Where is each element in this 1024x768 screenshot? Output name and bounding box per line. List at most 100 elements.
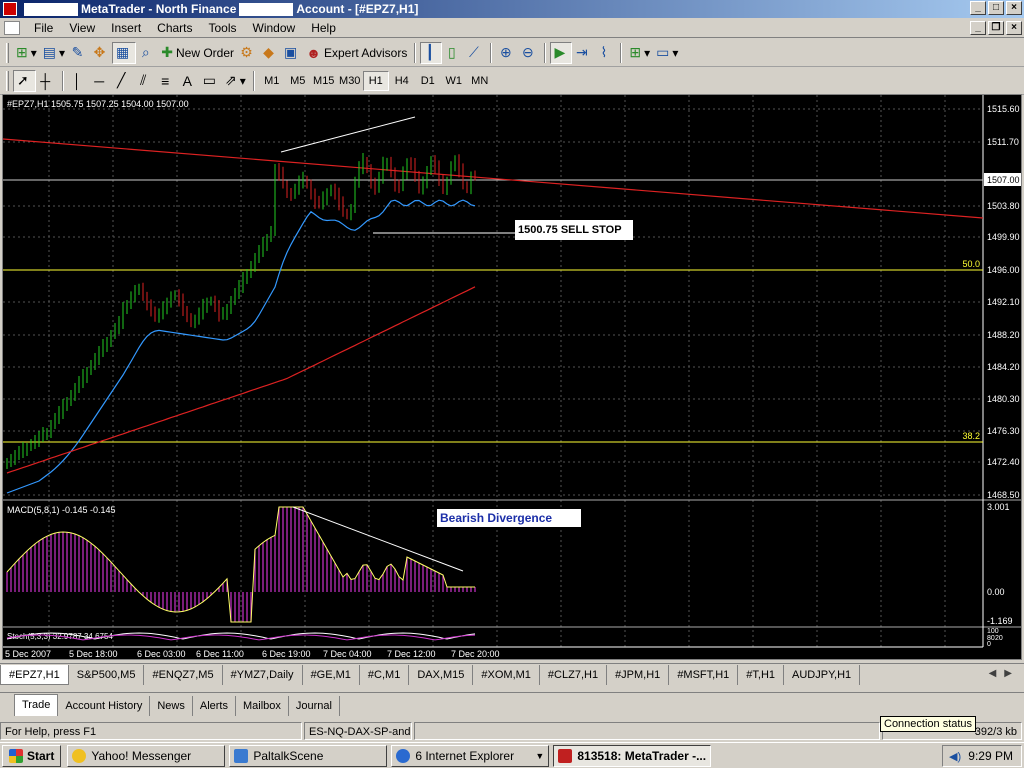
menu-view[interactable]: View (61, 21, 103, 35)
chart-tab-jpm[interactable]: #JPM,H1 (607, 664, 670, 685)
zoom-in-button[interactable]: ⊕ (496, 42, 518, 64)
chart-tab-msft[interactable]: #MSFT,H1 (669, 664, 739, 685)
chart-tab-t[interactable]: #T,H1 (738, 664, 785, 685)
timeframe-w1[interactable]: W1 (441, 71, 467, 91)
drawing-toolbar: ➚ ┼ │ ─ ╱ ⫽ ≡ A ▭ ⇗ ▾ M1 M5 M15 M30 H1 H4… (0, 67, 1024, 95)
mdi-close-button[interactable]: × (1006, 21, 1022, 35)
indicators-button[interactable]: ⊞ ▾ (626, 42, 653, 64)
signals-button[interactable]: ◆ (259, 42, 281, 64)
mdi-restore-button[interactable]: ❐ (988, 21, 1004, 35)
candlestick-button[interactable]: ▯ (442, 42, 464, 64)
zoom-out-button[interactable]: ⊖ (518, 42, 540, 64)
tab-scroll-arrows[interactable]: ◀▶ (989, 668, 1020, 679)
timeframe-d1[interactable]: D1 (415, 71, 441, 91)
clock[interactable]: 9:29 PM (968, 749, 1013, 763)
menu-file[interactable]: File (26, 21, 61, 35)
strategy-tester-button[interactable]: ⌕ (136, 42, 158, 64)
zoom-in-icon: ⊕ (499, 44, 512, 60)
metatrader-app-icon[interactable] (3, 2, 17, 16)
data-window-button[interactable]: ▦ (112, 41, 137, 64)
terminal-tab-alerts[interactable]: Alerts (193, 696, 236, 716)
arrows-button[interactable]: ⇗ ▾ (222, 70, 249, 92)
taskbar-internet-explorer[interactable]: 6 Internet Explorer ▼ (391, 744, 550, 767)
price-chart[interactable]: 50.0 38.2 1500.75 SELL STOP #EPZ7,H1 150… (3, 95, 1021, 659)
chart-window[interactable]: 50.0 38.2 1500.75 SELL STOP #EPZ7,H1 150… (2, 94, 1022, 660)
price-axis-label: 1515.60 (987, 104, 1020, 114)
time-axis-label: 7 Dec 04:00 (323, 649, 372, 659)
menu-insert[interactable]: Insert (103, 21, 149, 35)
chart-tab-enqz7[interactable]: #ENQZ7,M5 (144, 664, 223, 685)
text-label-button[interactable]: ▭ (200, 70, 222, 92)
history-center-button[interactable]: ▣ (281, 42, 303, 64)
chart-tab-xom[interactable]: #XOM,M1 (473, 664, 540, 685)
fibonacci-button[interactable]: ≡ (156, 70, 178, 92)
chart-shift-button[interactable]: ⇥ (572, 42, 594, 64)
taskbar-metatrader[interactable]: 813518: MetaTrader -... (553, 744, 712, 767)
start-button[interactable]: Start (2, 744, 62, 767)
chart-tab-dax[interactable]: DAX,M15 (409, 664, 474, 685)
timeframe-m15[interactable]: M15 (311, 71, 337, 91)
line-chart-button[interactable]: ⟋ (464, 42, 486, 64)
chart-tab-sp500[interactable]: S&P500,M5 (69, 664, 145, 685)
taskbar-yahoo-messenger[interactable]: Yahoo! Messenger (67, 744, 226, 767)
chart-tab-ge[interactable]: #GE,M1 (303, 664, 360, 685)
terminal-tab-mailbox[interactable]: Mailbox (236, 696, 289, 716)
new-order-button[interactable]: ✚ New Order (158, 42, 237, 64)
text-label-icon: ▭ (202, 72, 216, 88)
timeframe-h1[interactable]: H1 (362, 70, 389, 91)
chart-tab-epz7[interactable]: #EPZ7,H1 (0, 664, 69, 685)
market-watch-button[interactable]: ✎ (68, 42, 90, 64)
expert-advisors-button[interactable]: ☻ Expert Advisors (303, 42, 410, 64)
stoch-label-100: 100 (987, 628, 999, 635)
timeframe-m1[interactable]: M1 (259, 71, 285, 91)
new-chart-button[interactable]: ⊞ ▾ (13, 42, 40, 64)
toolbar-separator (490, 42, 493, 63)
templates-button[interactable]: ▭ ▾ (653, 42, 681, 64)
time-axis-label: 6 Dec 11:00 (196, 649, 244, 659)
divergence-label: Bearish Divergence (440, 511, 552, 525)
navigator-icon: ✥ (93, 44, 106, 60)
menu-tools[interactable]: Tools (201, 21, 245, 35)
terminal-tab-journal[interactable]: Journal (289, 696, 340, 716)
maximize-button[interactable]: □ (988, 1, 1004, 15)
equidistant-channel-button[interactable]: ⫽ (134, 70, 156, 92)
period-separators-button[interactable]: ⌇ (594, 42, 616, 64)
chart-tab-ymz7[interactable]: #YMZ7,Daily (223, 664, 303, 685)
profiles-button[interactable]: ▤ ▾ (40, 42, 68, 64)
auto-scroll-button[interactable]: ▶ (550, 41, 573, 64)
menu-charts[interactable]: Charts (149, 21, 200, 35)
navigator-button[interactable]: ✥ (90, 42, 112, 64)
yahoo-messenger-icon (72, 748, 87, 763)
time-axis-label: 5 Dec 18:00 (69, 649, 118, 659)
trendline-button[interactable]: ╱ (112, 70, 134, 92)
timeframe-m30[interactable]: M30 (337, 71, 363, 91)
terminal-tab-account-history[interactable]: Account History (58, 696, 151, 716)
horizontal-line-button[interactable]: ─ (90, 70, 112, 92)
chart-tab-audjpy[interactable]: AUDJPY,H1 (784, 664, 861, 685)
crosshair-button[interactable]: ┼ (36, 70, 58, 92)
chart-tab-clz7[interactable]: #CLZ7,H1 (540, 664, 608, 685)
minimize-button[interactable]: _ (970, 1, 986, 15)
taskbar-item-label: Yahoo! Messenger (91, 748, 192, 763)
close-button[interactable]: × (1006, 1, 1022, 15)
toolbar-grip[interactable] (6, 70, 9, 91)
vertical-line-button[interactable]: │ (68, 70, 90, 92)
timeframe-m5[interactable]: M5 (285, 71, 311, 91)
bar-chart-button[interactable]: ┃ (420, 41, 443, 64)
taskbar: Start Yahoo! Messenger PaltalkScene 6 In… (0, 742, 1024, 768)
toolbar-grip[interactable] (6, 42, 9, 63)
terminal-tab-news[interactable]: News (150, 696, 193, 716)
menu-window[interactable]: Window (245, 21, 304, 35)
chart-window-icon[interactable] (4, 20, 20, 35)
meta-editor-button[interactable]: ⚙ (237, 42, 259, 64)
taskbar-paltalk[interactable]: PaltalkScene (229, 744, 388, 767)
text-button[interactable]: A (178, 70, 200, 92)
chart-tab-c[interactable]: #C,M1 (360, 664, 410, 685)
timeframe-mn[interactable]: MN (467, 71, 493, 91)
mdi-minimize-button[interactable]: _ (970, 21, 986, 35)
cursor-button[interactable]: ➚ (13, 69, 36, 92)
timeframe-h4[interactable]: H4 (389, 71, 415, 91)
speaker-icon[interactable]: ◀) (949, 750, 961, 763)
terminal-tab-trade[interactable]: Trade (14, 694, 59, 716)
menu-help[interactable]: Help (303, 21, 344, 35)
